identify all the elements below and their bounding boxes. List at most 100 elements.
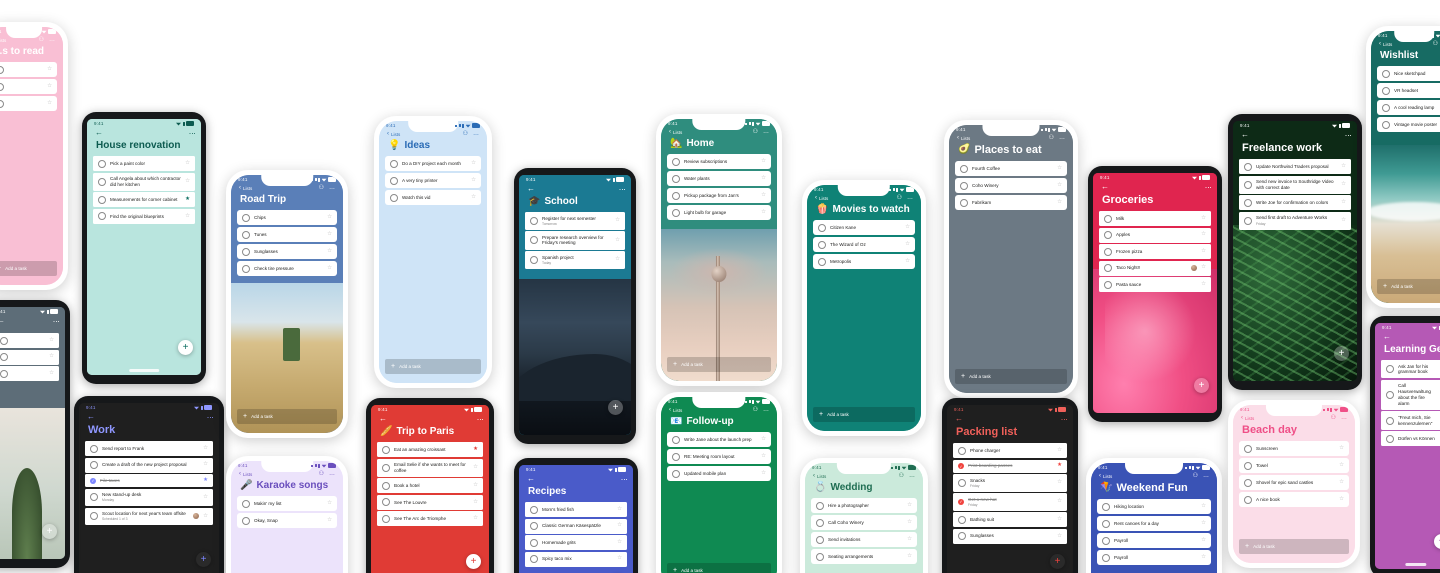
- task-row[interactable]: Measurements for corner cabinet ★: [93, 192, 195, 208]
- task-star-icon[interactable]: ☆: [49, 337, 54, 344]
- back-arrow-icon[interactable]: ←: [95, 129, 103, 137]
- task-star-icon[interactable]: ☆: [49, 370, 54, 377]
- task-checkbox[interactable]: [530, 522, 538, 530]
- task-checkbox[interactable]: ✓: [958, 498, 964, 505]
- back-label[interactable]: Lists: [243, 186, 252, 191]
- task-row[interactable]: Seating arrangements ☆: [811, 549, 917, 564]
- task-row[interactable]: Hiking location ☆: [1097, 499, 1211, 514]
- task-checkbox[interactable]: [242, 499, 250, 508]
- task-star-icon[interactable]: ☆: [1057, 447, 1062, 454]
- task-star-icon[interactable]: ☆: [905, 224, 910, 231]
- task-star-icon[interactable]: ☆: [617, 556, 622, 562]
- task-row[interactable]: Check tire pressure ☆: [237, 261, 337, 276]
- task-star-icon[interactable]: ☆: [1201, 503, 1206, 510]
- task-checkbox[interactable]: [1244, 216, 1252, 225]
- task-checkbox[interactable]: [1244, 495, 1252, 504]
- task-row[interactable]: Metropolis ☆: [813, 254, 915, 269]
- task-checkbox[interactable]: [1104, 264, 1112, 272]
- more-options-icon[interactable]: ⋮: [1344, 132, 1351, 139]
- task-checkbox[interactable]: [242, 516, 250, 525]
- back-label[interactable]: Lists: [1103, 474, 1112, 479]
- task-row[interactable]: Do a DIY project each month ☆: [385, 156, 481, 171]
- task-star-icon[interactable]: ☆: [327, 517, 332, 524]
- task-checkbox[interactable]: [242, 264, 250, 273]
- task-checkbox[interactable]: [242, 213, 250, 222]
- task-checkbox[interactable]: [1386, 416, 1394, 425]
- task-checkbox[interactable]: [0, 65, 4, 74]
- task-star-icon[interactable]: ☆: [1339, 496, 1344, 503]
- task-star-icon[interactable]: ☆: [1057, 480, 1062, 486]
- task-row[interactable]: Send first draft to Adventure Works Frida…: [1239, 211, 1351, 230]
- task-row[interactable]: See The Arc de Triomphe ☆: [377, 511, 483, 527]
- add-task-bar[interactable]: +Add a task: [667, 563, 771, 573]
- back-arrow-icon[interactable]: ←: [0, 317, 5, 325]
- task-star-icon[interactable]: ☆: [47, 66, 52, 73]
- task-star-icon[interactable]: ☆: [1057, 165, 1062, 172]
- back-label[interactable]: Lists: [673, 408, 682, 413]
- task-checkbox[interactable]: [390, 159, 398, 168]
- add-task-bar[interactable]: +Add a task: [385, 359, 481, 374]
- back-label[interactable]: Lists: [817, 474, 826, 479]
- task-checkbox[interactable]: [1244, 162, 1252, 171]
- task-checkbox[interactable]: [98, 212, 106, 221]
- task-row[interactable]: A nice book ☆: [1239, 492, 1349, 507]
- task-checkbox[interactable]: [0, 353, 8, 361]
- task-checkbox[interactable]: [1386, 365, 1394, 374]
- task-checkbox[interactable]: [1102, 502, 1110, 511]
- task-star-icon[interactable]: ☆: [1057, 533, 1062, 540]
- task-star-icon[interactable]: ☆: [761, 209, 766, 216]
- more-options-icon[interactable]: ⋮: [620, 476, 627, 483]
- task-star-icon[interactable]: ☆: [327, 265, 332, 272]
- task-row[interactable]: Review subscriptions ☆: [667, 154, 771, 169]
- task-checkbox[interactable]: [1104, 280, 1112, 289]
- add-task-bar[interactable]: +Add a task: [813, 407, 915, 422]
- task-star-icon[interactable]: ☆: [471, 160, 476, 167]
- task-row[interactable]: ✓ Get a new hat Friday ☆: [953, 493, 1067, 511]
- task-row[interactable]: Classic German Käsespätzle ☆: [525, 518, 627, 534]
- task-row[interactable]: Dürfen vs Können☆: [1381, 431, 1440, 447]
- task-checkbox[interactable]: [530, 555, 538, 563]
- task-checkbox[interactable]: [530, 216, 538, 225]
- task-row[interactable]: Chips ☆: [237, 210, 337, 225]
- task-checkbox[interactable]: [1104, 231, 1112, 239]
- task-star-icon[interactable]: ☆: [1341, 181, 1346, 188]
- task-row[interactable]: Towel ☆: [1239, 458, 1349, 473]
- task-row[interactable]: Homemade grits ☆: [525, 535, 627, 550]
- task-checkbox[interactable]: [1386, 434, 1394, 443]
- task-star-icon[interactable]: ☆: [1201, 215, 1206, 222]
- task-checkbox[interactable]: [818, 257, 826, 266]
- task-row[interactable]: Rent canoes for a day ☆: [1097, 516, 1211, 531]
- back-label[interactable]: Lists: [0, 38, 6, 43]
- task-star-icon[interactable]: ☆: [473, 464, 478, 471]
- task-checkbox[interactable]: ✓: [90, 477, 96, 484]
- task-checkbox[interactable]: [1102, 536, 1110, 545]
- task-checkbox[interactable]: [530, 255, 538, 264]
- more-options-icon[interactable]: ⋮: [476, 416, 483, 423]
- task-star-icon[interactable]: ☆: [1341, 218, 1346, 224]
- task-row[interactable]: Write Jane about the launch prep ☆: [667, 432, 771, 447]
- task-star-icon[interactable]: ☆: [615, 218, 620, 224]
- task-star-icon[interactable]: ☆: [47, 100, 52, 107]
- task-star-icon[interactable]: ★: [185, 197, 190, 203]
- task-row[interactable]: ☆: [0, 96, 57, 111]
- task-star-icon[interactable]: ☆: [327, 248, 332, 255]
- task-row[interactable]: Create a draft of the new project propos…: [85, 457, 213, 473]
- task-checkbox[interactable]: [672, 208, 680, 217]
- task-checkbox[interactable]: [1244, 461, 1252, 470]
- task-row[interactable]: Light bulb for garage ☆: [667, 205, 771, 220]
- task-checkbox[interactable]: [816, 501, 824, 510]
- task-row[interactable]: Fabrikam ☆: [955, 195, 1067, 210]
- task-row[interactable]: Milk ☆: [1099, 211, 1211, 226]
- task-checkbox[interactable]: [672, 174, 680, 183]
- task-star-icon[interactable]: ☆: [1201, 537, 1206, 544]
- task-row[interactable]: Nice sketchpad☆: [1377, 66, 1440, 81]
- task-star-icon[interactable]: ☆: [905, 241, 910, 248]
- task-star-icon[interactable]: ☆: [1201, 520, 1206, 527]
- task-row[interactable]: Phone charger ☆: [953, 443, 1067, 458]
- task-row[interactable]: Register for next semester Tomorrow ☆: [525, 212, 625, 230]
- back-arrow-icon[interactable]: ←: [379, 415, 387, 423]
- task-star-icon[interactable]: ☆: [907, 553, 912, 560]
- task-checkbox[interactable]: [818, 223, 826, 232]
- back-arrow-icon[interactable]: ←: [1101, 183, 1109, 191]
- task-row[interactable]: A very tiny printer ☆: [385, 173, 481, 188]
